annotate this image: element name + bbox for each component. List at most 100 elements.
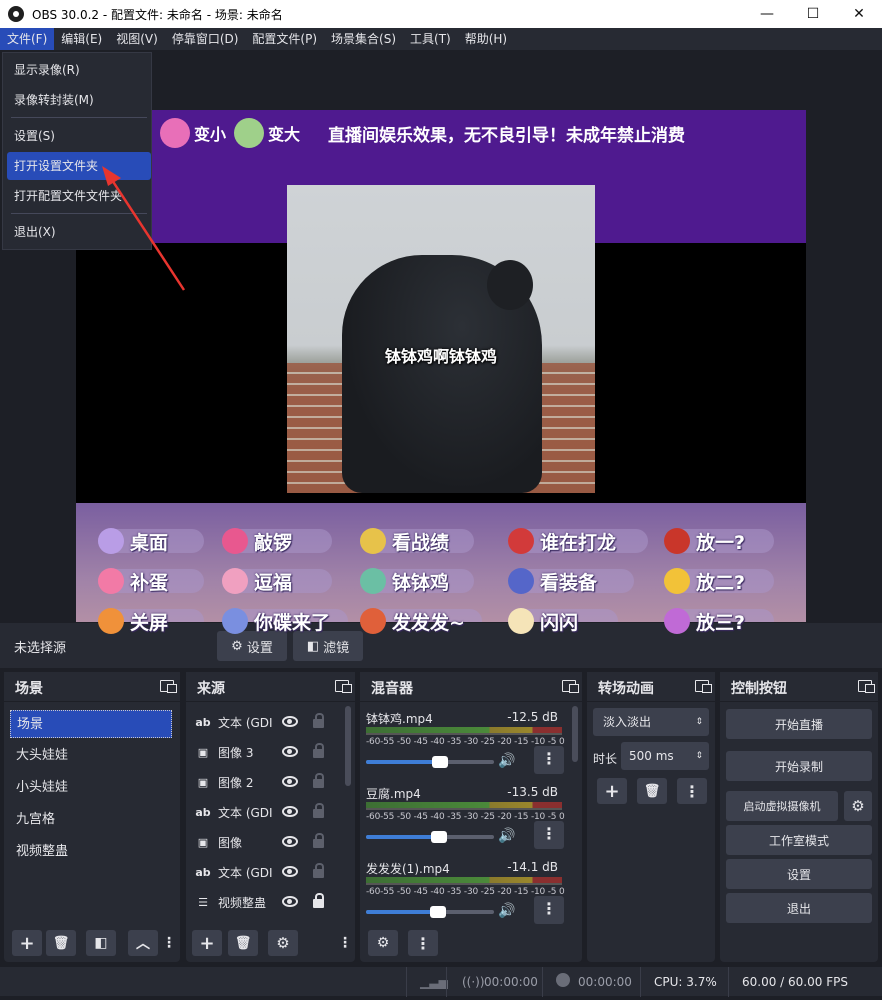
- visibility-eye-icon[interactable]: [282, 806, 298, 817]
- close-button[interactable]: ✕: [836, 0, 882, 28]
- visibility-eye-icon[interactable]: [282, 716, 298, 727]
- source-item[interactable]: ☰ 视频整蛊: [194, 888, 334, 916]
- source-more-button[interactable]: ⋮: [338, 930, 352, 956]
- move-scene-up-button[interactable]: ︿: [128, 930, 158, 956]
- volume-slider-knob[interactable]: [430, 831, 447, 843]
- sources-scrollbar[interactable]: [345, 706, 351, 786]
- add-transition-button[interactable]: +: [597, 778, 627, 804]
- meter-scale: -60-55 -50 -45 -40 -35 -30 -25 -20 -15 -…: [366, 812, 565, 822]
- source-item[interactable]: ▣ 图像: [194, 828, 334, 856]
- lock-icon[interactable]: [313, 743, 324, 758]
- channel-more-button[interactable]: ⋮: [534, 896, 564, 924]
- menu-tools[interactable]: 工具(T): [403, 28, 458, 50]
- start-virtual-camera-button[interactable]: 启动虚拟摄像机: [726, 791, 838, 821]
- meter-scale: -60-55 -50 -45 -40 -35 -30 -25 -20 -15 -…: [366, 737, 565, 747]
- lock-icon[interactable]: [313, 893, 324, 908]
- menu-item-settings[interactable]: 设置(S): [7, 122, 151, 150]
- undock-icon[interactable]: [160, 680, 177, 693]
- file-menu-dropdown: 显示录像(R) 录像转封装(M) 设置(S) 打开设置文件夹 打开配置文件文件夹…: [2, 52, 152, 250]
- visibility-eye-icon[interactable]: [282, 896, 298, 907]
- channel-more-button[interactable]: ⋮: [534, 746, 564, 774]
- menu-docks[interactable]: 停靠窗口(D): [165, 28, 246, 50]
- mixer-title: 混音器: [371, 681, 413, 697]
- speaker-icon[interactable]: 🔊: [498, 753, 515, 769]
- source-item[interactable]: ab 文本 (GDI: [194, 798, 334, 826]
- channel-name: 豆腐.mp4: [366, 787, 421, 801]
- mixer-more-button[interactable]: ⋮: [408, 930, 438, 956]
- scene-item[interactable]: 场景: [10, 710, 172, 738]
- undock-icon[interactable]: [858, 680, 875, 693]
- undock-icon[interactable]: [335, 680, 352, 693]
- visibility-eye-icon[interactable]: [282, 746, 298, 757]
- menu-item-exit[interactable]: 退出(X): [7, 218, 151, 246]
- scene-item[interactable]: 小头娃娃: [10, 774, 172, 802]
- remove-transition-button[interactable]: 🗑: [637, 778, 667, 804]
- add-scene-button[interactable]: +: [12, 930, 42, 956]
- source-item[interactable]: ▣ 图像 2: [194, 768, 334, 796]
- menu-help[interactable]: 帮助(H): [458, 28, 514, 50]
- transition-select[interactable]: 淡入淡出 ⇕: [593, 708, 709, 736]
- scene-item[interactable]: 视频整蛊: [10, 838, 172, 866]
- menu-edit[interactable]: 编辑(E): [54, 28, 109, 50]
- scenes-title: 场景: [15, 681, 43, 697]
- visibility-eye-icon[interactable]: [282, 836, 298, 847]
- studio-mode-button[interactable]: 工作室模式: [726, 825, 872, 855]
- volume-slider[interactable]: [366, 831, 494, 843]
- settings-button[interactable]: 设置: [726, 859, 872, 889]
- remove-scene-button[interactable]: 🗑: [46, 930, 76, 956]
- menu-item-show-recordings[interactable]: 显示录像(R): [7, 56, 151, 84]
- speaker-icon[interactable]: 🔊: [498, 828, 515, 844]
- transition-more-button[interactable]: ⋮: [677, 778, 707, 804]
- lock-icon[interactable]: [313, 863, 324, 878]
- effect-button: 看战绩: [360, 526, 474, 556]
- effect-button: 逗福: [222, 566, 332, 596]
- lock-icon[interactable]: [313, 833, 324, 848]
- visibility-eye-icon[interactable]: [282, 866, 298, 877]
- channel-more-button[interactable]: ⋮: [534, 821, 564, 849]
- lock-icon[interactable]: [313, 713, 324, 728]
- scene-item[interactable]: 九宫格: [10, 806, 172, 834]
- source-item[interactable]: ab 文本 (GDI: [194, 708, 334, 736]
- add-source-button[interactable]: +: [192, 930, 222, 956]
- virtual-camera-settings-button[interactable]: ⚙: [844, 791, 872, 821]
- undock-icon[interactable]: [695, 680, 712, 693]
- volume-slider-knob[interactable]: [429, 906, 446, 918]
- exit-button[interactable]: 退出: [726, 893, 872, 923]
- volume-slider[interactable]: [366, 756, 494, 768]
- source-item[interactable]: ▣ 图像 3: [194, 738, 334, 766]
- menu-item-open-profile-folder[interactable]: 打开配置文件文件夹: [7, 182, 151, 210]
- spin-arrows-icon[interactable]: ⇕: [695, 742, 703, 770]
- duration-spinbox[interactable]: 500 ms ⇕: [621, 742, 709, 770]
- menu-view[interactable]: 视图(V): [109, 28, 165, 50]
- scene-item[interactable]: 大头娃娃: [10, 742, 172, 770]
- obs-logo-icon: [8, 6, 24, 22]
- menu-item-remux[interactable]: 录像转封装(M): [7, 86, 151, 114]
- source-filters-button[interactable]: ◧ 滤镜: [293, 631, 363, 661]
- remove-source-button[interactable]: 🗑: [228, 930, 258, 956]
- preview-canvas[interactable]: 撩乱 变小 变大 直播间娱乐效果，无不良引导！未成年禁止消费 钵钵鸡啊钵钵鸡 桌…: [76, 110, 806, 658]
- source-settings-button[interactable]: ⚙ 设置: [217, 631, 287, 661]
- lock-icon[interactable]: [313, 803, 324, 818]
- menu-profile[interactable]: 配置文件(P): [245, 28, 324, 50]
- speaker-icon[interactable]: 🔊: [498, 903, 515, 919]
- sources-dock: 来源 ab 文本 (GDI ▣ 图像 3 ▣ 图像 2 ab 文本 (GDI ▣ 图像 a…: [186, 672, 355, 962]
- maximize-button[interactable]: ☐: [790, 0, 836, 28]
- lock-icon[interactable]: [313, 773, 324, 788]
- start-recording-button[interactable]: 开始录制: [726, 751, 872, 781]
- start-streaming-button[interactable]: 开始直播: [726, 709, 872, 739]
- scene-filters-button[interactable]: ◧: [86, 930, 116, 956]
- menu-item-open-settings-folder[interactable]: 打开设置文件夹: [7, 152, 151, 180]
- minimize-button[interactable]: —: [744, 0, 790, 28]
- source-properties-button[interactable]: ⚙: [268, 930, 298, 956]
- no-source-label: 未选择源: [14, 641, 67, 656]
- menu-scene-collection[interactable]: 场景集合(S): [324, 28, 403, 50]
- undock-icon[interactable]: [562, 680, 579, 693]
- source-item[interactable]: ab 文本 (GDI: [194, 858, 334, 886]
- mixer-scrollbar[interactable]: [572, 706, 578, 762]
- mixer-settings-button[interactable]: ⚙: [368, 930, 398, 956]
- volume-slider-knob[interactable]: [432, 756, 449, 768]
- scene-more-button[interactable]: ⋮: [162, 930, 176, 956]
- volume-slider[interactable]: [366, 906, 494, 918]
- visibility-eye-icon[interactable]: [282, 776, 298, 787]
- menu-file[interactable]: 文件(F): [0, 28, 55, 50]
